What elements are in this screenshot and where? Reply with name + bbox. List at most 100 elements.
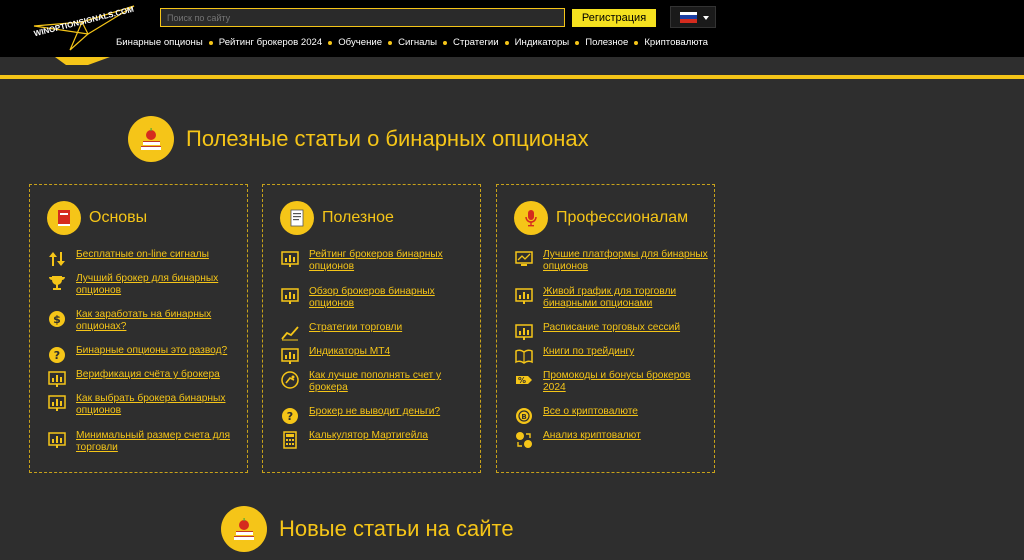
chevron-down-icon [703, 16, 709, 20]
arrows-up-down-icon [47, 249, 67, 269]
link-text: Индикаторы МТ4 [309, 346, 391, 357]
link-free-signals[interactable]: Бесплатные on-line сигналы [47, 249, 242, 269]
search-input[interactable] [160, 8, 565, 27]
link-text: Книги по трейдингу [543, 346, 635, 357]
nav-item-crypto[interactable]: Криптовалюта [644, 37, 708, 48]
link-text: Брокер не выводит деньги? [309, 406, 441, 417]
svg-text:?: ? [54, 349, 60, 362]
link-no-withdrawal[interactable]: ? Брокер не выводит деньги? [280, 406, 475, 426]
nav-item-signals[interactable]: Сигналы [398, 37, 437, 48]
nav-separator [328, 40, 333, 45]
card-title: Полезное [322, 209, 394, 226]
link-text: Бинарные опционы это развод? [76, 345, 228, 356]
nav-item-binary-options[interactable]: Бинарные опционы [116, 37, 203, 48]
link-best-platforms[interactable]: Лучшие платформы для бинарных опционов [514, 249, 709, 273]
link-best-broker[interactable]: Лучший брокер для бинарных опционов [47, 273, 242, 297]
link-text: Стратегии торговли [309, 322, 403, 333]
dollar-coin-icon: $ [47, 309, 67, 329]
link-broker-rating[interactable]: Рейтинг брокеров бинарных опционов [280, 249, 475, 273]
link-text: Как лучше пополнять счет у брокера [309, 370, 442, 393]
nav-separator [208, 40, 213, 45]
chart-board-icon [514, 322, 534, 342]
question-icon: ? [280, 406, 300, 426]
chart-board-icon [47, 430, 67, 450]
link-verification[interactable]: Верификация счёта у брокера [47, 369, 242, 389]
line-chart-icon [280, 322, 300, 342]
flag-stripe-red [680, 18, 697, 23]
russia-flag-icon [680, 11, 697, 23]
link-text: Как заработать на бинарных опционах? [76, 309, 212, 332]
platform-icon [514, 249, 534, 269]
nav-item-indicators[interactable]: Индикаторы [515, 37, 570, 48]
nav-item-broker-rating[interactable]: Рейтинг брокеров 2024 [219, 37, 322, 48]
coins-exchange-icon [514, 430, 534, 450]
link-is-scam[interactable]: ? Бинарные опционы это развод? [47, 345, 242, 365]
link-crypto[interactable]: B Все о криптовалюте [514, 406, 709, 426]
link-crypto-analysis[interactable]: Анализ криптовалют [514, 430, 709, 450]
crypto-coin-icon: B [514, 406, 534, 426]
link-text: Как выбрать брокера бинарных опционов [76, 393, 226, 416]
svg-text:?: ? [287, 410, 293, 423]
trophy-icon [47, 273, 67, 293]
svg-text:%: % [518, 376, 526, 385]
link-min-deposit[interactable]: Минимальный размер счета для торговли [47, 430, 242, 454]
link-how-to-earn[interactable]: $ Как заработать на бинарных опционах? [47, 309, 242, 333]
chart-board-icon [47, 393, 67, 413]
link-live-chart[interactable]: Живой график для торговли бинарными опци… [514, 286, 709, 310]
link-text: Все о криптовалюте [543, 406, 638, 417]
link-indicators[interactable]: Индикаторы МТ4 [280, 346, 475, 366]
book-icon [47, 201, 81, 235]
header-divider [0, 75, 1024, 79]
link-broker-review[interactable]: Обзор брокеров бинарных опционов [280, 286, 475, 310]
site-logo[interactable]: WINOPTIONSIGNALS.COM [30, 4, 140, 66]
useful-articles-heading: Полезные статьи о бинарных опционах [128, 116, 589, 162]
nav-item-useful[interactable]: Полезное [585, 37, 628, 48]
link-books[interactable]: Книги по трейдингу [514, 346, 709, 366]
card-header: Основы [47, 201, 147, 235]
link-text: Промокоды и бонусы брокеров 2024 [543, 370, 691, 393]
nav-separator [388, 40, 393, 45]
books-apple-icon [128, 116, 174, 162]
chart-board-icon [47, 369, 67, 389]
link-text: Минимальный размер счета для торговли [76, 430, 231, 453]
link-text: Верификация счёта у брокера [76, 369, 220, 380]
calculator-icon [280, 430, 300, 450]
chart-board-icon [280, 249, 300, 269]
card-useful: Полезное Рейтинг брокеров бинарных опцио… [262, 184, 481, 473]
link-martingale[interactable]: Калькулятор Мартигейла [280, 430, 475, 450]
nav-separator [634, 40, 639, 45]
link-text: Калькулятор Мартигейла [309, 430, 428, 441]
link-deposit[interactable]: Как лучше пополнять счет у брокера [280, 370, 475, 394]
main-nav: Бинарные опционы Рейтинг брокеров 2024 О… [116, 37, 708, 48]
card-header: Полезное [280, 201, 394, 235]
register-button[interactable]: Регистрация [572, 9, 656, 27]
card-basics: Основы Бесплатные on-line сигналы Лучший… [29, 184, 248, 473]
nav-separator [575, 40, 580, 45]
nav-item-strategies[interactable]: Стратегии [453, 37, 499, 48]
link-strategies[interactable]: Стратегии торговли [280, 322, 475, 342]
chart-board-icon [280, 286, 300, 306]
link-text: Лучшие платформы для бинарных опционов [543, 249, 708, 272]
link-text: Живой график для торговли бинарными опци… [543, 286, 677, 309]
wallet-icon [280, 370, 300, 390]
svg-text:B: B [521, 413, 526, 421]
link-sessions[interactable]: Расписание торговых сессий [514, 322, 709, 342]
link-text: Бесплатные on-line сигналы [76, 249, 209, 260]
card-title: Основы [89, 209, 148, 226]
top-bar: WINOPTIONSIGNALS.COM Регистрация Бинарны… [0, 0, 1024, 65]
nav-separator [504, 40, 509, 45]
link-text: Лучший брокер для бинарных опционов [76, 273, 219, 296]
card-pro: Профессионалам Лучшие платформы для бина… [496, 184, 715, 473]
nav-item-education[interactable]: Обучение [338, 37, 382, 48]
section-title: Полезные статьи о бинарных опционах [186, 126, 589, 151]
books-apple-icon [221, 506, 267, 552]
link-promocodes[interactable]: % Промокоды и бонусы брокеров 2024 [514, 370, 709, 394]
link-choose-broker[interactable]: Как выбрать брокера бинарных опционов [47, 393, 242, 417]
link-text: Расписание торговых сессий [543, 322, 681, 333]
chart-board-icon [514, 286, 534, 306]
nav-separator [443, 40, 448, 45]
document-icon [280, 201, 314, 235]
language-selector[interactable] [670, 6, 716, 28]
link-text: Рейтинг брокеров бинарных опционов [309, 249, 443, 272]
card-header: Профессионалам [514, 201, 688, 235]
